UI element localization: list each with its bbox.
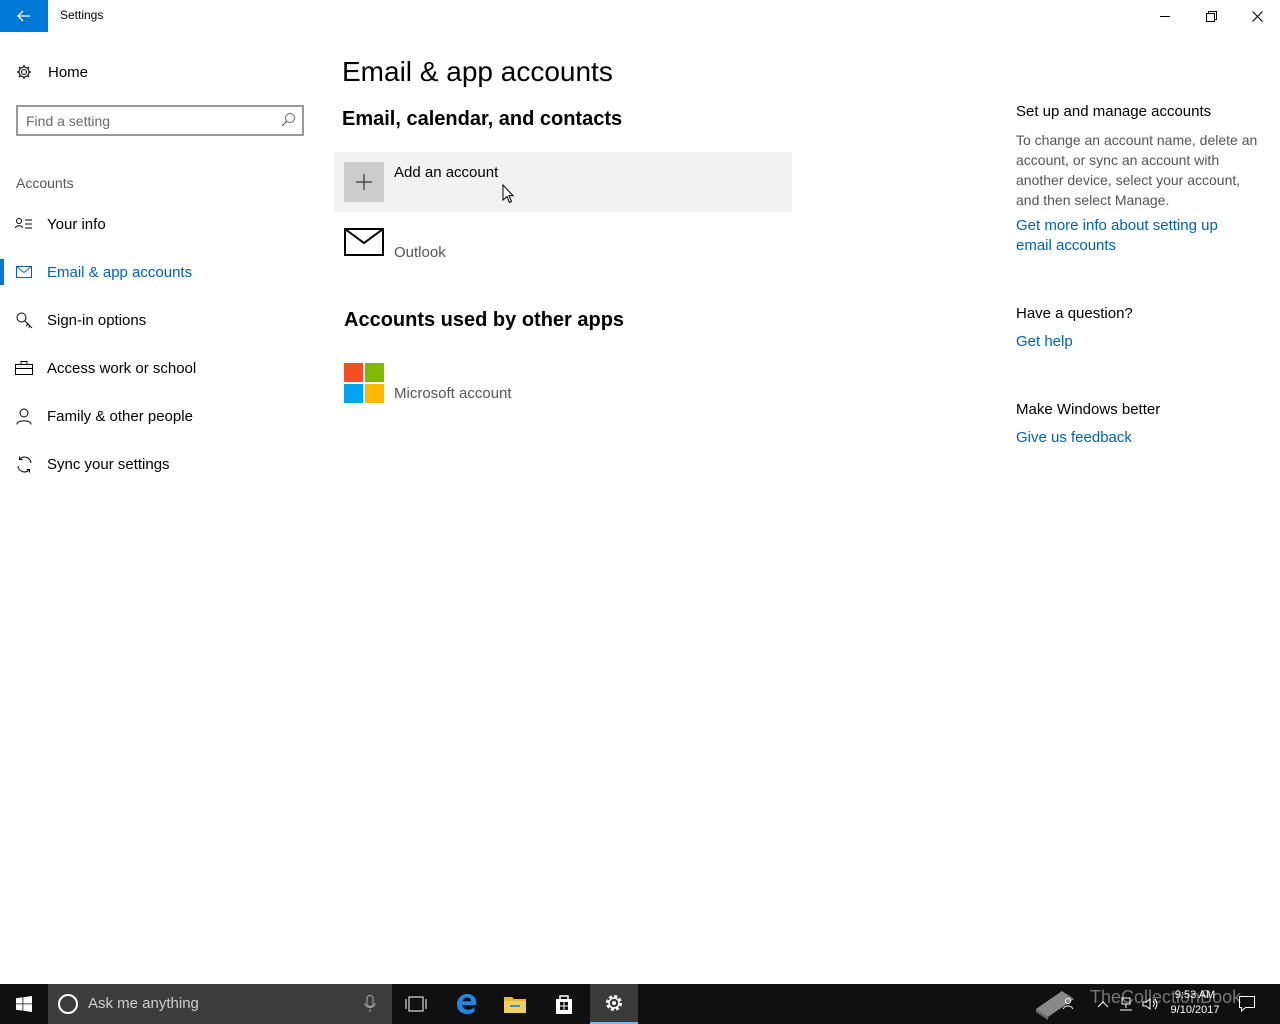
key-icon	[15, 311, 33, 329]
volume-tray-button[interactable]	[1140, 984, 1160, 1024]
sidebar-item-email-app-accounts[interactable]: Email & app accounts	[0, 252, 320, 292]
contact-card-icon	[15, 215, 33, 233]
cortana-search-box[interactable]: Ask me anything	[48, 984, 392, 1024]
email-accounts-info-link[interactable]: Get more info about setting up email acc…	[1016, 216, 1246, 256]
section-heading-email-calendar-contacts: Email, calendar, and contacts	[342, 108, 623, 130]
close-icon	[1251, 10, 1263, 22]
close-button[interactable]	[1234, 0, 1280, 32]
add-tile	[344, 162, 384, 202]
sidebar-item-label: Sync your settings	[47, 455, 170, 473]
clock-time: 9:53 AM	[1174, 989, 1216, 1001]
people-icon	[1063, 998, 1073, 1010]
plus-icon	[356, 174, 372, 190]
notification-icon	[1239, 996, 1255, 1012]
window-title: Settings	[60, 8, 104, 22]
store-bag-icon	[556, 995, 572, 1014]
title-bar: Settings	[0, 0, 1280, 32]
gear-icon	[17, 65, 31, 79]
person-icon	[15, 407, 33, 425]
volume-icon	[1142, 998, 1158, 1010]
restore-button[interactable]	[1188, 0, 1234, 32]
sidebar-item-sync-settings[interactable]: Sync your settings	[0, 444, 320, 484]
file-explorer-taskbar-button[interactable]	[491, 984, 539, 1024]
network-tray-button[interactable]	[1116, 984, 1136, 1024]
give-feedback-link[interactable]: Give us feedback	[1016, 428, 1132, 448]
chevron-up-icon	[1097, 1001, 1109, 1008]
mouse-cursor-icon	[502, 184, 514, 204]
sidebar-item-label: Email & app accounts	[47, 263, 193, 281]
account-label: Outlook	[394, 244, 446, 261]
minimize-button[interactable]	[1142, 0, 1188, 32]
manage-accounts-description: To change an account name, delete an acc…	[1016, 132, 1258, 208]
add-account-label: Add an account	[394, 164, 499, 181]
page-title: Email & app accounts	[342, 56, 613, 87]
task-view-icon	[405, 996, 427, 1012]
back-arrow-icon	[17, 10, 30, 22]
add-account-button[interactable]: Add an account	[334, 152, 792, 212]
settings-search-box[interactable]	[16, 105, 304, 136]
sidebar-item-label: Family & other people	[47, 407, 193, 425]
gear-icon	[606, 995, 622, 1011]
briefcase-icon	[15, 359, 33, 377]
taskbar: Ask me anything TheCollectionBook 9:53 A…	[0, 984, 1280, 1024]
sidebar-item-access-work-school[interactable]: Access work or school	[0, 348, 320, 388]
edge-taskbar-button[interactable]	[443, 984, 491, 1024]
taskbar-clock[interactable]: 9:53 AM 9/10/2017	[1160, 988, 1230, 1018]
microsoft-logo-icon	[344, 363, 384, 403]
mail-icon	[344, 228, 384, 256]
home-link[interactable]: Home	[16, 60, 88, 84]
network-icon	[1120, 997, 1132, 1011]
clock-date: 9/10/2017	[1170, 1004, 1220, 1016]
sidebar-section-label: Accounts	[16, 175, 74, 191]
selection-indicator	[0, 259, 4, 285]
account-item-microsoft[interactable]: Microsoft account	[344, 363, 604, 407]
settings-search-input[interactable]	[26, 111, 276, 130]
restore-icon	[1205, 10, 1217, 22]
edge-browser-icon	[457, 994, 477, 1014]
minimize-icon	[1160, 16, 1170, 17]
sidebar-item-label: Access work or school	[47, 359, 197, 377]
back-button[interactable]	[0, 0, 48, 32]
account-item-outlook[interactable]: Outlook	[344, 226, 604, 270]
people-tray-button[interactable]	[1060, 984, 1080, 1024]
mail-icon	[15, 263, 33, 281]
sidebar-item-family-other-people[interactable]: Family & other people	[0, 396, 320, 436]
store-taskbar-button[interactable]	[540, 984, 588, 1024]
sidebar-item-label: Sign-in options	[47, 311, 147, 329]
settings-taskbar-button[interactable]	[590, 984, 638, 1024]
show-hidden-icons-button[interactable]	[1094, 984, 1112, 1024]
search-icon[interactable]	[280, 112, 296, 128]
question-heading: Have a question?	[1016, 305, 1133, 322]
make-windows-better-heading: Make Windows better	[1016, 401, 1161, 418]
manage-accounts-heading: Set up and manage accounts	[1016, 103, 1212, 120]
section-heading-accounts-other-apps: Accounts used by other apps	[344, 309, 625, 331]
sidebar-item-label: Your info	[47, 215, 106, 233]
account-label: Microsoft account	[394, 385, 512, 402]
action-center-button[interactable]	[1236, 984, 1258, 1024]
microphone-icon[interactable]	[364, 995, 376, 1013]
task-view-button[interactable]	[392, 984, 440, 1024]
sidebar-item-sign-in-options[interactable]: Sign-in options	[0, 300, 320, 340]
windows-logo-icon	[16, 996, 32, 1012]
home-label: Home	[48, 63, 89, 81]
cortana-icon	[58, 994, 78, 1014]
start-button[interactable]	[0, 984, 48, 1024]
sidebar-item-your-info[interactable]: Your info	[0, 204, 320, 244]
folder-icon	[504, 997, 526, 1013]
cortana-search-placeholder: Ask me anything	[88, 995, 199, 1012]
get-help-link[interactable]: Get help	[1016, 332, 1073, 352]
sync-icon	[15, 455, 33, 473]
